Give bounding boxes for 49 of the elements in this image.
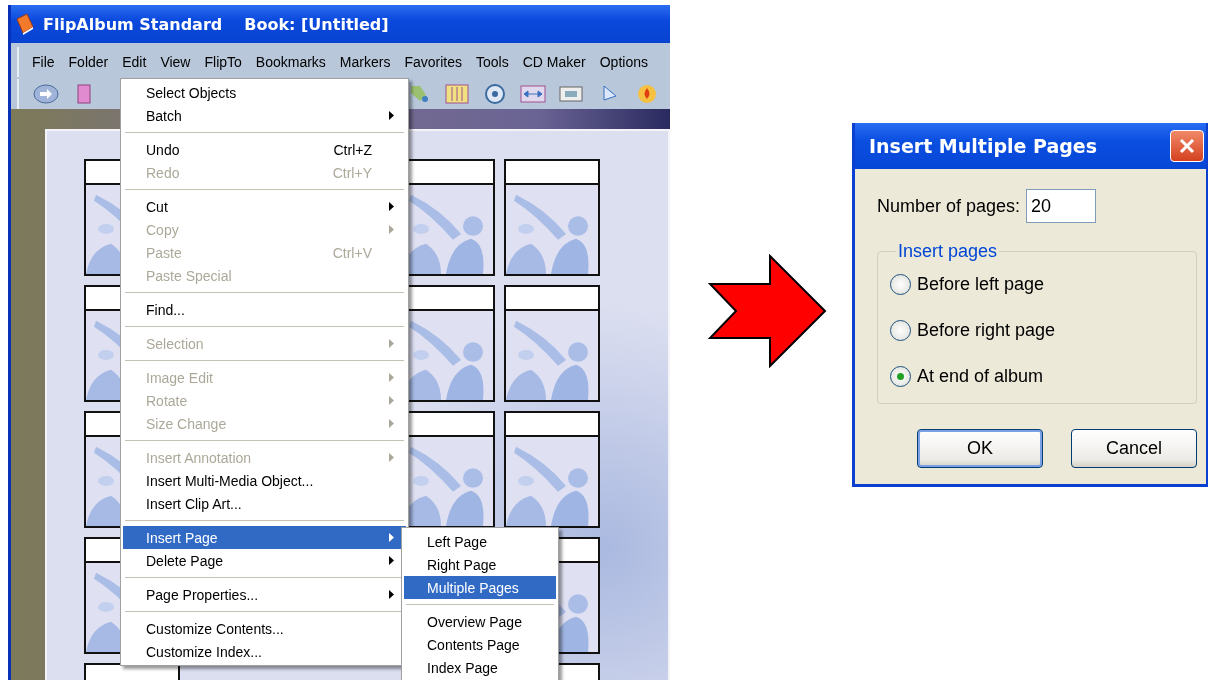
- radio-button[interactable]: [890, 274, 911, 295]
- menu-item[interactable]: Multiple Pages: [404, 576, 556, 599]
- menu-item[interactable]: Contents Page: [404, 633, 556, 656]
- book-icon: [15, 13, 35, 35]
- dialog-button[interactable]: OK: [917, 429, 1043, 468]
- close-button[interactable]: [1170, 130, 1204, 162]
- menu-title[interactable]: Favorites: [397, 54, 469, 70]
- menu-item[interactable]: Index Page: [404, 656, 556, 679]
- photo-thumbnail[interactable]: [504, 411, 600, 528]
- photo-thumbnail[interactable]: [504, 285, 600, 402]
- menu-item[interactable]: Undo Ctrl+Z: [123, 138, 406, 161]
- resize-icon[interactable]: [520, 83, 546, 105]
- menu-item[interactable]: Left Page: [404, 530, 556, 553]
- photo-thumbnail[interactable]: [504, 159, 600, 276]
- menu-title[interactable]: Markers: [332, 54, 398, 70]
- menu-title[interactable]: File: [25, 54, 62, 70]
- radio-button[interactable]: [890, 320, 911, 341]
- radio-label: Before right page: [917, 320, 1056, 341]
- menu-item[interactable]: Insert Clip Art...: [123, 492, 406, 515]
- menu-item[interactable]: Insert Page: [123, 526, 406, 549]
- right-arrow-icon: [708, 254, 828, 368]
- menu-title[interactable]: FlipTo: [197, 54, 249, 70]
- group-label: Insert pages: [897, 241, 999, 262]
- menu-title[interactable]: Edit: [115, 54, 154, 70]
- menu-item[interactable]: Find...: [123, 298, 406, 321]
- menu-item[interactable]: Cut: [123, 195, 406, 218]
- radio-button[interactable]: [890, 366, 911, 387]
- menu-item[interactable]: Overview Page: [404, 610, 556, 633]
- close-icon: [1179, 138, 1195, 154]
- menu-item[interactable]: Select Objects: [123, 81, 406, 104]
- field-label: Number of pages:: [877, 195, 1021, 217]
- menu-item[interactable]: Right Page: [404, 553, 556, 576]
- menu-item[interactable]: Insert Multi-Media Object...: [123, 469, 406, 492]
- pages-field[interactable]: 20: [1026, 189, 1097, 223]
- menu-item[interactable]: Batch: [123, 104, 406, 127]
- document-title: Book: [Untitled]: [244, 14, 389, 34]
- menu-title[interactable]: View: [153, 54, 198, 70]
- disc-icon[interactable]: [482, 83, 508, 105]
- radio-label: Before left page: [917, 274, 1045, 295]
- menu-title[interactable]: Options: [592, 54, 655, 70]
- window-title: FlipAlbum Standard: [43, 14, 223, 34]
- dialog-title: Insert Multiple Pages: [869, 135, 1098, 157]
- menu-title[interactable]: Folder: [61, 54, 116, 70]
- radio-label: At end of album: [917, 366, 1044, 387]
- slide-icon[interactable]: [558, 83, 584, 105]
- menu-title[interactable]: CD Maker: [515, 54, 593, 70]
- dialog-button[interactable]: Cancel: [1071, 429, 1197, 468]
- menu-title[interactable]: Bookmarks: [248, 54, 333, 70]
- menu-title[interactable]: Tools: [469, 54, 516, 70]
